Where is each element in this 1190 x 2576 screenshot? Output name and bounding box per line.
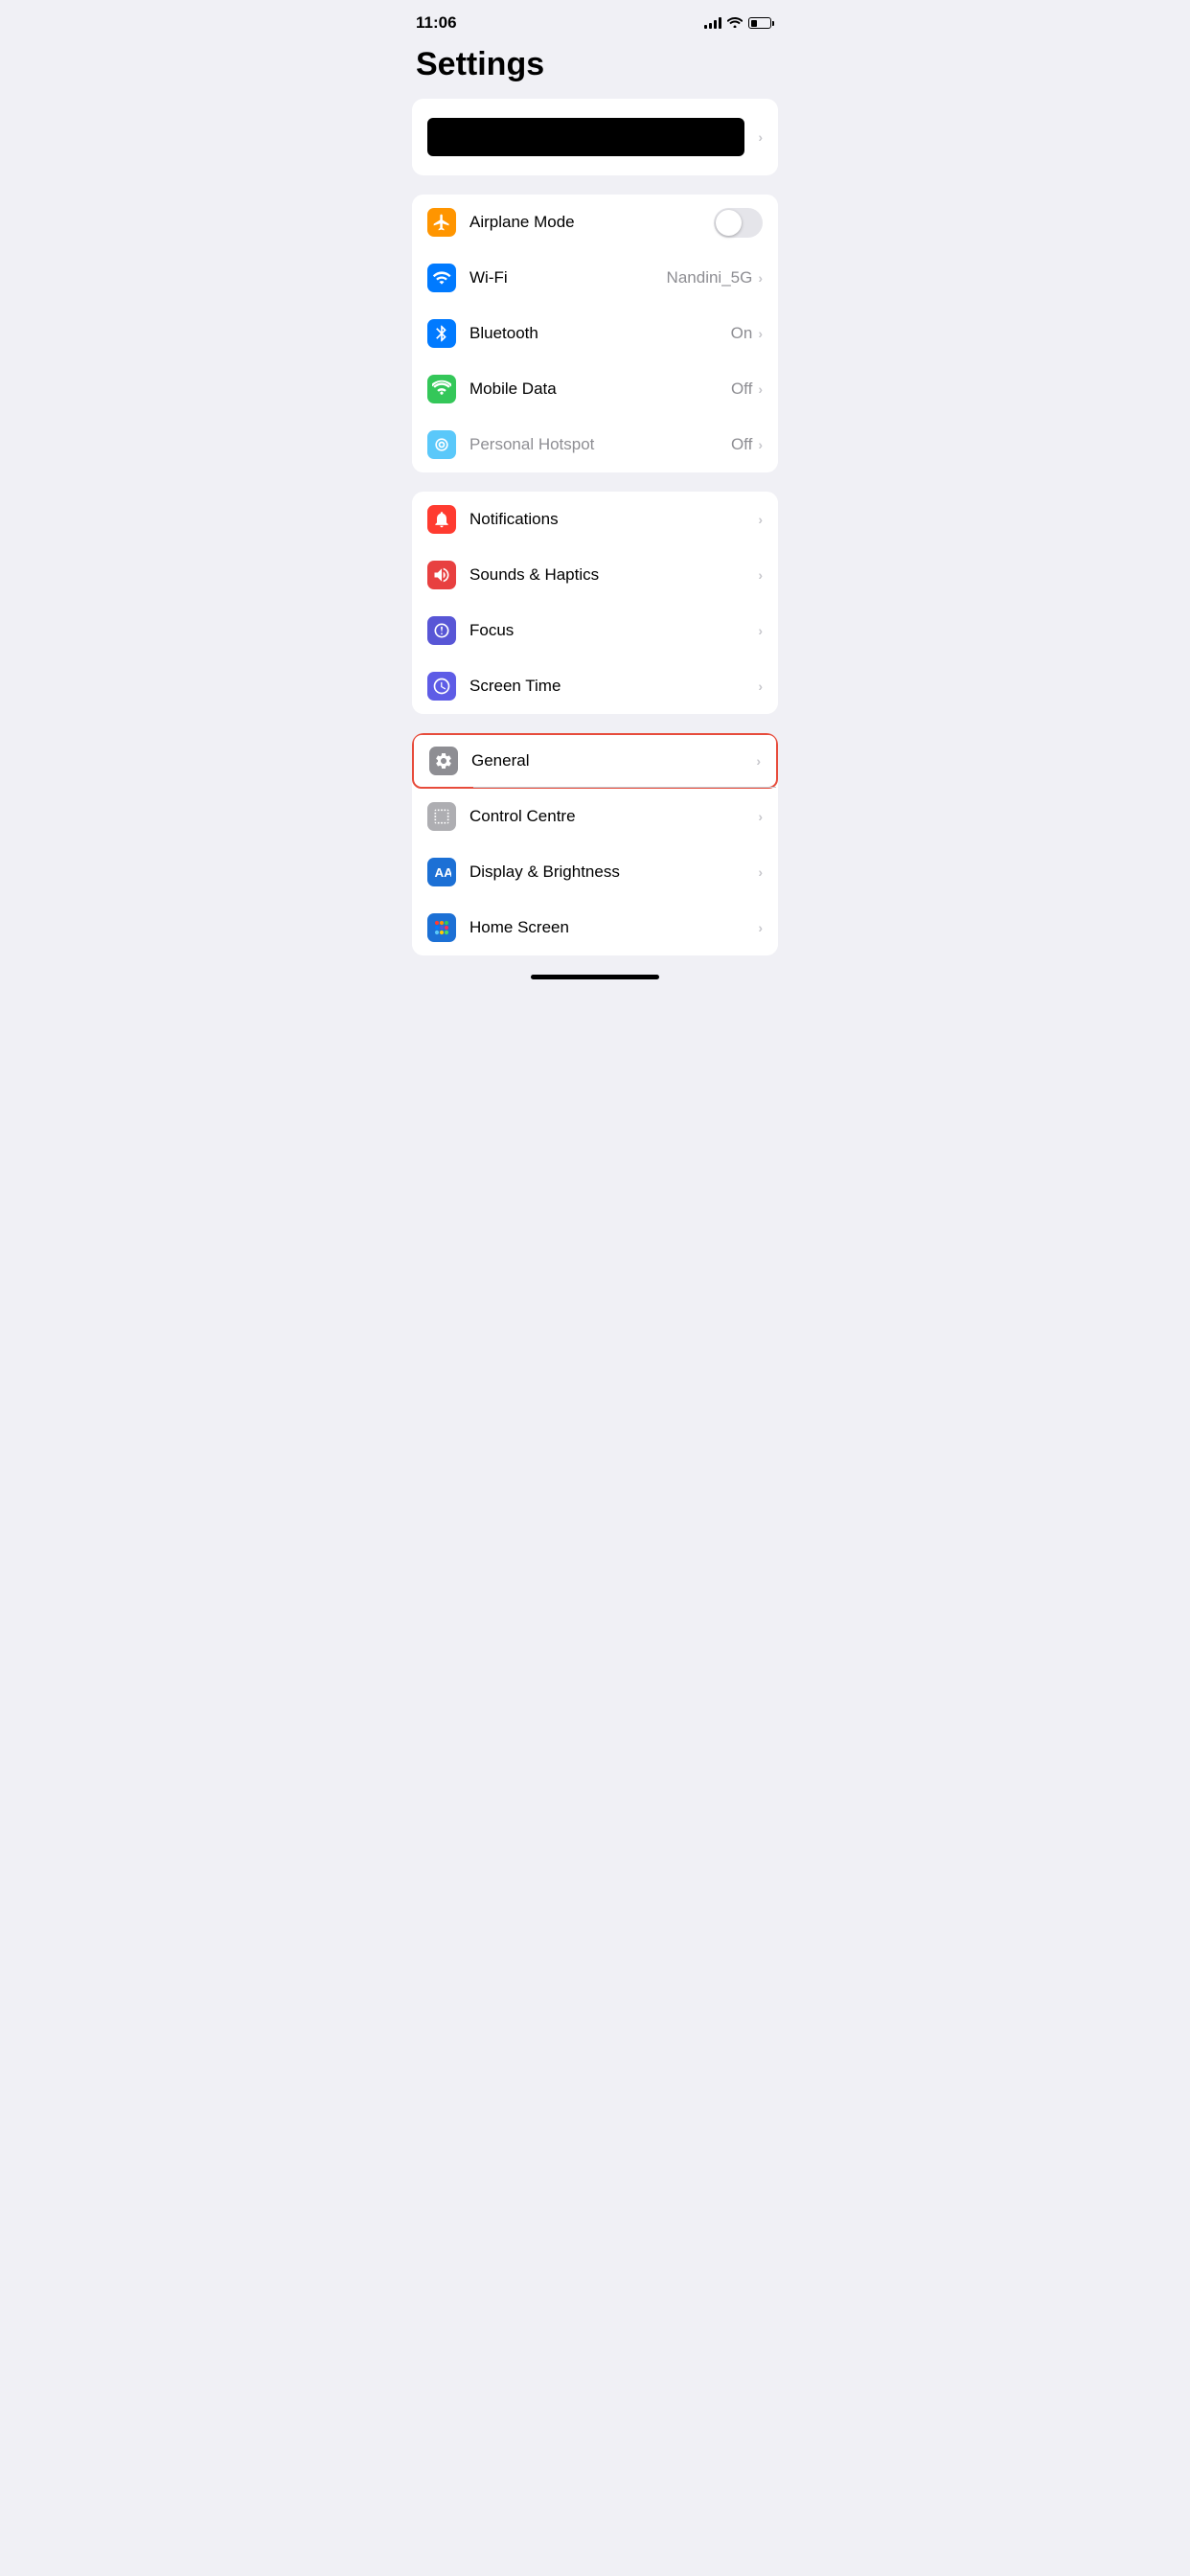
focus-row[interactable]: Focus › [412, 603, 778, 658]
wifi-icon [427, 264, 456, 292]
home-screen-icon [427, 913, 456, 942]
focus-chevron: › [758, 623, 763, 638]
status-time: 11:06 [416, 13, 457, 33]
wifi-label: Wi-Fi [469, 268, 667, 288]
display-brightness-icon: AA [427, 858, 456, 886]
wifi-row[interactable]: Wi-Fi Nandini_5G › [412, 250, 778, 306]
display-brightness-row[interactable]: AA Display & Brightness › [412, 844, 778, 900]
notifications-label: Notifications [469, 510, 758, 529]
wifi-chevron: › [758, 270, 763, 286]
notifications-section: Notifications › Sounds & Haptics › Focus… [412, 492, 778, 714]
sounds-haptics-icon [427, 561, 456, 589]
screen-time-row[interactable]: Screen Time › [412, 658, 778, 714]
control-centre-chevron: › [758, 809, 763, 824]
notifications-chevron: › [758, 512, 763, 527]
wifi-status-icon [727, 15, 743, 31]
general-chevron: › [756, 753, 761, 769]
display-brightness-chevron: › [758, 864, 763, 880]
notifications-icon [427, 505, 456, 534]
control-centre-icon [427, 802, 456, 831]
screen-time-icon [427, 672, 456, 701]
mobile-data-value: Off [731, 380, 752, 399]
svg-text:AA: AA [435, 865, 452, 880]
general-icon [429, 747, 458, 775]
general-label: General [471, 751, 756, 770]
screen-time-chevron: › [758, 678, 763, 694]
airplane-mode-label: Airplane Mode [469, 213, 714, 232]
focus-label: Focus [469, 621, 758, 640]
home-screen-label: Home Screen [469, 918, 758, 937]
display-brightness-label: Display & Brightness [469, 862, 758, 882]
status-bar: 11:06 [397, 0, 793, 38]
page-title: Settings [397, 38, 793, 99]
personal-hotspot-value: Off [731, 435, 752, 454]
sounds-haptics-row[interactable]: Sounds & Haptics › [412, 547, 778, 603]
mobile-data-icon [427, 375, 456, 403]
bluetooth-chevron: › [758, 326, 763, 341]
status-icons [704, 15, 774, 31]
general-row[interactable]: General › [412, 733, 778, 789]
bluetooth-icon [427, 319, 456, 348]
airplane-mode-row[interactable]: Airplane Mode [412, 195, 778, 250]
airplane-mode-icon [427, 208, 456, 237]
screen-time-label: Screen Time [469, 677, 758, 696]
home-screen-chevron: › [758, 920, 763, 935]
focus-icon [427, 616, 456, 645]
sounds-haptics-label: Sounds & Haptics [469, 565, 758, 585]
airplane-mode-toggle[interactable] [714, 208, 763, 238]
personal-hotspot-row[interactable]: Personal Hotspot Off › [412, 417, 778, 472]
mobile-data-chevron: › [758, 381, 763, 397]
sounds-haptics-chevron: › [758, 567, 763, 583]
notifications-row[interactable]: Notifications › [412, 492, 778, 547]
bluetooth-row[interactable]: Bluetooth On › [412, 306, 778, 361]
battery-icon [748, 17, 774, 29]
control-centre-row[interactable]: Control Centre › [412, 789, 778, 844]
profile-section: › [412, 99, 778, 175]
bluetooth-label: Bluetooth [469, 324, 731, 343]
display-section: General › Control Centre › AA Display & … [412, 733, 778, 955]
wifi-value: Nandini_5G [667, 268, 753, 288]
mobile-data-row[interactable]: Mobile Data Off › [412, 361, 778, 417]
mobile-data-label: Mobile Data [469, 380, 731, 399]
home-indicator [531, 975, 659, 979]
personal-hotspot-label: Personal Hotspot [469, 435, 731, 454]
home-screen-row[interactable]: Home Screen › [412, 900, 778, 955]
personal-hotspot-chevron: › [758, 437, 763, 452]
control-centre-label: Control Centre [469, 807, 758, 826]
profile-chevron: › [758, 129, 763, 145]
profile-row[interactable]: › [412, 99, 778, 175]
profile-redacted [427, 118, 744, 156]
bluetooth-value: On [731, 324, 753, 343]
connectivity-section: Airplane Mode Wi-Fi Nandini_5G › Bluetoo… [412, 195, 778, 472]
signal-bars-icon [704, 17, 721, 29]
personal-hotspot-icon [427, 430, 456, 459]
